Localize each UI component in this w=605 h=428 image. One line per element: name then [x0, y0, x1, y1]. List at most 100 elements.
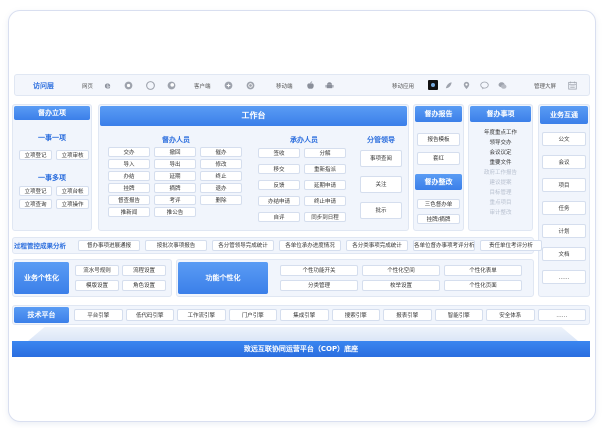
duban-renyuan-action-button[interactable]: 修改: [200, 159, 242, 169]
duban-renyuan-action-button[interactable]: 删除: [200, 195, 242, 205]
duban-zhenggai-action-button[interactable]: 挂牌/摘牌: [417, 214, 460, 224]
duban-shixiang-item[interactable]: 年度重点工作: [472, 129, 529, 137]
duban-renyuan-action-button[interactable]: 终止: [200, 171, 242, 181]
process-analysis-item[interactable]: 各分类事项完成统计: [346, 240, 408, 251]
yishi-duoxiang-item-button[interactable]: 立项操作: [56, 199, 89, 209]
safari-browser-icon: [146, 81, 155, 90]
tech-platform-item-button[interactable]: 门户引擎: [228, 309, 277, 321]
fenguan-lingdao-action-button[interactable]: 批示: [360, 202, 402, 219]
duban-baogao-action-button[interactable]: 报告模板: [417, 133, 460, 146]
duban-lixiang-panel: [12, 104, 92, 231]
yewu-hutong-item-button[interactable]: 公文: [542, 132, 586, 146]
duban-renyuan-action-button[interactable]: 推公告: [154, 207, 196, 217]
tech-platform-item-button[interactable]: 智能引擎: [434, 309, 483, 321]
process-analysis-item[interactable]: 各单位承办进度情况: [279, 240, 341, 251]
process-analysis-item[interactable]: 各分管领导完成统计: [212, 240, 274, 251]
chengban-renyuan-action-button[interactable]: 终止申请: [304, 196, 346, 206]
yishi-duoxiang-item-button[interactable]: 立项登记: [19, 186, 52, 196]
big-screen-label: 管理大屏: [534, 84, 557, 90]
duban-renyuan-action-button[interactable]: 导出: [154, 159, 196, 169]
tech-platform-item-button[interactable]: 安全体系: [486, 309, 535, 321]
process-analysis-item[interactable]: 责任单位考评分析: [480, 240, 542, 251]
tech-platform-item-button[interactable]: 平台引擎: [74, 309, 123, 321]
duban-renyuan-action-button[interactable]: 督查报告: [108, 195, 150, 205]
yishi-duoxiang-item-button[interactable]: 立项查询: [19, 199, 52, 209]
pin-app-icon: [463, 81, 470, 90]
yishi-duoxiang-item-button[interactable]: 立项台帐: [56, 186, 89, 196]
access-layer-title: 访问层: [33, 82, 54, 90]
tech-platform-item-button[interactable]: 报表引擎: [383, 309, 432, 321]
function-custom-item-button[interactable]: 个性化空间: [362, 265, 440, 276]
android-icon: [325, 82, 334, 89]
duban-renyuan-action-button[interactable]: 催办: [200, 147, 242, 157]
function-custom-item-button[interactable]: 个性化表单: [444, 265, 522, 276]
yewu-hutong-item-button[interactable]: ……: [542, 270, 586, 284]
function-custom-item-button[interactable]: 个性功能开关: [280, 265, 358, 276]
yewu-hutong-item-button[interactable]: 文档: [542, 247, 586, 261]
business-custom-item-button[interactable]: 角色设置: [122, 280, 166, 291]
function-custom-header: 功能个性化: [178, 262, 268, 294]
duban-renyuan-action-button[interactable]: 导入: [108, 159, 150, 169]
duban-renyuan-action-button[interactable]: 推新闻: [108, 207, 150, 217]
base-platform-bevel: [28, 327, 578, 341]
client-label: 客户端: [194, 84, 211, 90]
calendar-icon: [568, 81, 577, 90]
fenguan-lingdao-action-button[interactable]: 关注: [360, 176, 402, 193]
tech-platform-item-button[interactable]: 集成引擎: [280, 309, 329, 321]
yewu-hutong-item-button[interactable]: 计划: [542, 224, 586, 238]
mobile-app-label: 移动应用: [392, 84, 415, 90]
duban-renyuan-title: 督办人员: [162, 136, 190, 144]
chengban-renyuan-action-button[interactable]: 移交: [258, 164, 300, 174]
chengban-renyuan-action-button[interactable]: 同步到日程: [304, 212, 346, 222]
wechat-icon: [498, 82, 507, 89]
chengban-renyuan-action-button[interactable]: 延期申请: [304, 180, 346, 190]
tech-platform-item-button[interactable]: 低代码引擎: [125, 309, 174, 321]
chengban-renyuan-action-button[interactable]: 签收: [258, 148, 300, 158]
process-analysis-item[interactable]: 按批次事项报告: [145, 240, 207, 251]
business-custom-item-button[interactable]: 流程设置: [122, 265, 166, 276]
business-custom-item-button[interactable]: 模版设置: [75, 280, 119, 291]
duban-renyuan-action-button[interactable]: 办结: [108, 171, 150, 181]
yewu-hutong-item-button[interactable]: 会议: [542, 155, 586, 169]
chengban-renyuan-action-button[interactable]: 反馈: [258, 180, 300, 190]
yishi-yixiang-item-button[interactable]: 立项审核: [56, 150, 89, 160]
chengban-renyuan-action-button[interactable]: 自评: [258, 212, 300, 222]
chengban-renyuan-action-button[interactable]: 办结申请: [258, 196, 300, 206]
duban-shixiang-item[interactable]: 重要文件: [472, 159, 529, 167]
process-analysis-item[interactable]: 各单位督办事项考评分析: [413, 240, 475, 251]
chengban-renyuan-action-button[interactable]: 分解: [304, 148, 346, 158]
chengban-renyuan-action-button[interactable]: 重新指派: [304, 164, 346, 174]
duban-lixiang-header: 督办立项: [14, 106, 90, 120]
duban-renyuan-action-button[interactable]: 考评: [154, 195, 196, 205]
duban-renyuan-action-button[interactable]: 交办: [108, 147, 150, 157]
yishi-yixiang-item-button[interactable]: 立项登记: [19, 150, 52, 160]
web-label: 网页: [82, 84, 94, 90]
yewu-hutong-item-button[interactable]: 项目: [542, 178, 586, 192]
function-custom-item-button[interactable]: 分类管理: [280, 280, 358, 291]
duban-shixiang-faded-item: 政府工作报告: [483, 170, 517, 176]
firefox-browser-icon: [167, 81, 176, 90]
fenguan-lingdao-action-button[interactable]: 事项查阅: [360, 150, 402, 167]
duban-renyuan-action-button[interactable]: 退办: [200, 183, 242, 193]
yewu-hutong-item-button[interactable]: 任务: [542, 201, 586, 215]
tech-platform-item-button[interactable]: 搜索引擎: [331, 309, 380, 321]
function-custom-item-button[interactable]: 个性化页面: [444, 280, 522, 291]
ie-browser-icon: e: [104, 82, 110, 90]
yewu-hutong-header: 业务互通: [540, 106, 588, 124]
duban-renyuan-action-button[interactable]: 摘牌: [154, 183, 196, 193]
tech-platform-item-button[interactable]: 工作流引擎: [177, 309, 226, 321]
business-custom-item-button[interactable]: 流水号规则: [75, 265, 119, 276]
duban-zhenggai-action-button[interactable]: 三色督办单: [417, 199, 460, 209]
desktop-client-icon: [246, 81, 255, 90]
yishi-duoxiang-title: 一事多项: [38, 174, 66, 182]
duban-renyuan-action-button[interactable]: 撤回: [154, 147, 196, 157]
duban-renyuan-action-button[interactable]: 延期: [154, 171, 196, 181]
duban-shixiang-item[interactable]: 领导交办: [472, 139, 529, 147]
function-custom-item-button[interactable]: 枚举设置: [362, 280, 440, 291]
process-analysis-item[interactable]: 督办事项进展通报: [78, 240, 140, 251]
duban-shixiang-item[interactable]: 会议议定: [472, 149, 529, 157]
tech-platform-item-button[interactable]: ……: [537, 309, 586, 321]
duban-shixiang-faded-item: 目标管理: [489, 190, 512, 196]
duban-baogao-action-button[interactable]: 套红: [417, 152, 460, 165]
duban-renyuan-action-button[interactable]: 挂牌: [108, 183, 150, 193]
